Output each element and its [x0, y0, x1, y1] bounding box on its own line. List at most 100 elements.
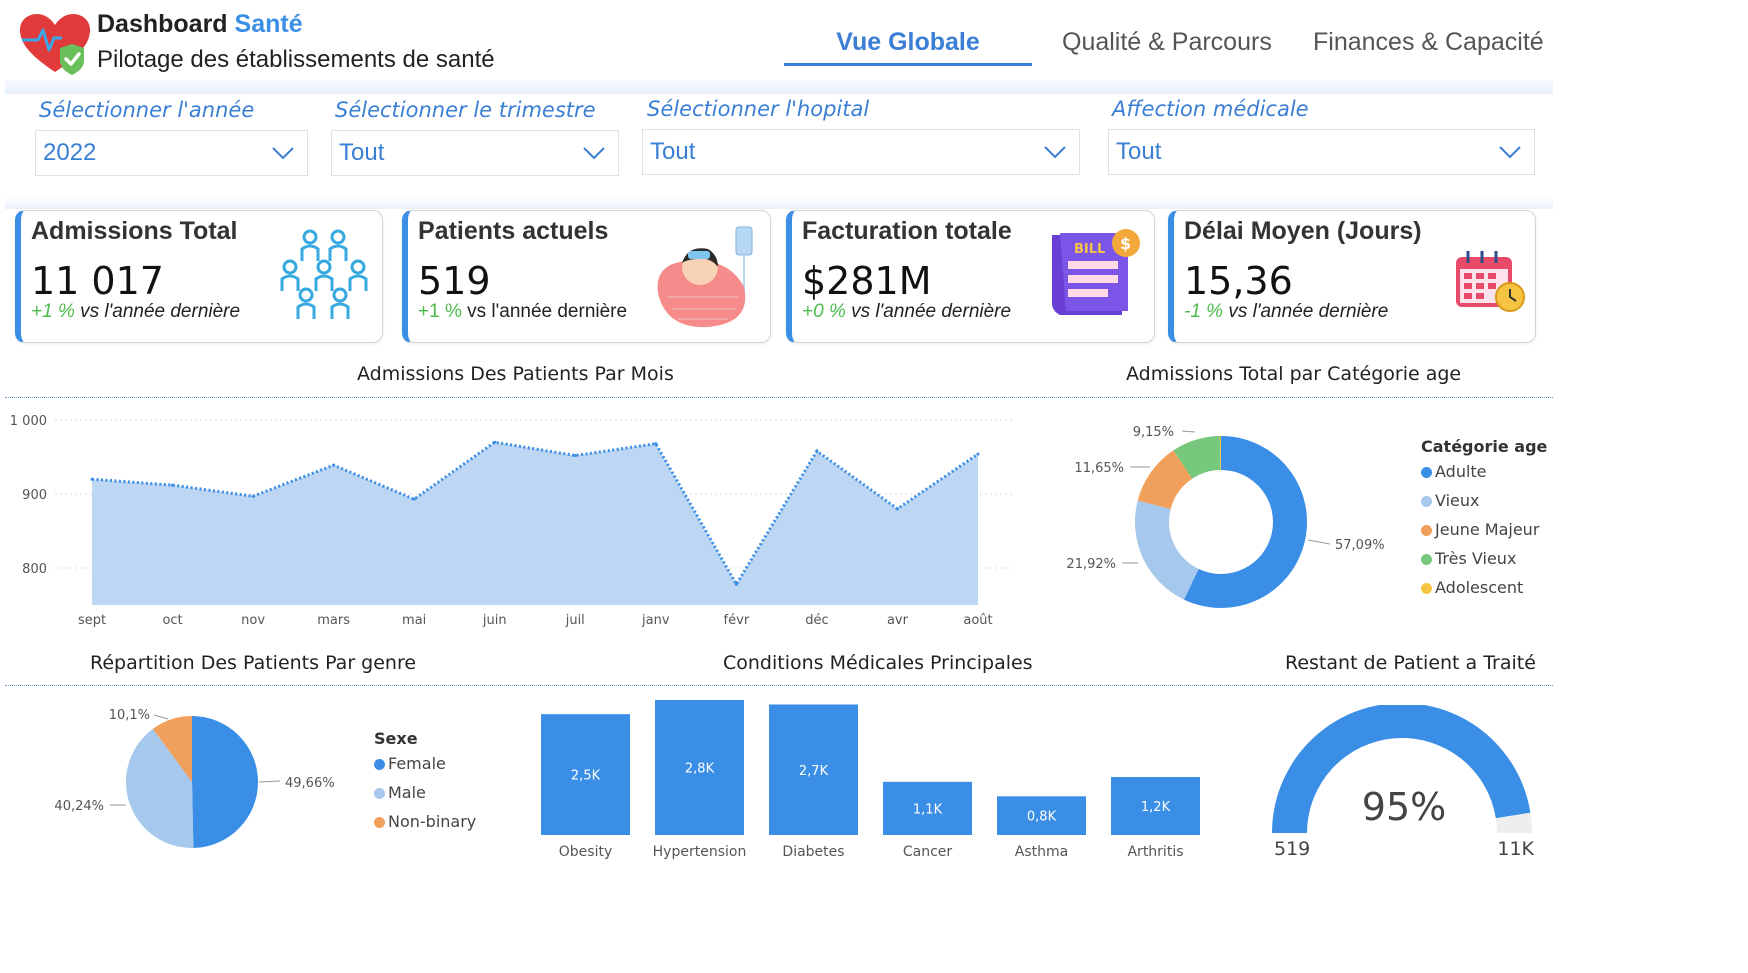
y-tick-label: 1 000	[10, 414, 47, 429]
legend-swatch	[374, 759, 385, 770]
data-point	[573, 454, 577, 458]
kpi-value: 519	[418, 259, 491, 303]
legend-swatch	[1421, 467, 1432, 478]
chevron-down-icon	[272, 147, 294, 160]
x-tick-label: mai	[402, 613, 426, 628]
legend-label: Female	[388, 754, 446, 773]
legend-swatch	[1421, 496, 1432, 507]
svg-text:$: $	[1120, 234, 1131, 253]
year-value: 2022	[43, 139, 97, 166]
hospital-dropdown[interactable]: Tout	[642, 129, 1080, 175]
kpi-delta: +1 % vs l'année dernière	[31, 301, 241, 322]
data-label: 21,92%	[1066, 557, 1116, 572]
data-point	[493, 440, 497, 444]
condition-dropdown[interactable]: Tout	[1108, 129, 1535, 175]
data-point	[412, 497, 416, 501]
conditions-chart-title: Conditions Médicales Principales	[723, 652, 1033, 674]
hospital-value: Tout	[650, 138, 696, 165]
x-tick-label: févr	[724, 613, 750, 628]
gauge-max-label: 11K	[1497, 838, 1534, 860]
data-point	[976, 452, 980, 456]
slice-female	[192, 716, 259, 848]
gender-chart-title: Répartition Des Patients Par genre	[90, 652, 417, 674]
slice-vieux	[1135, 500, 1199, 600]
bar-value-label: 1,2K	[1141, 800, 1171, 815]
x-tick-label: juin	[482, 613, 507, 628]
kpi-card-admissions: Admissions Total 11 017 +1 % vs l'année …	[15, 210, 383, 343]
calendar-clock-icon	[1456, 251, 1525, 312]
data-label: 11,65%	[1074, 461, 1124, 476]
legend-item[interactable]: Adulte	[1421, 462, 1547, 481]
condition-value: Tout	[1116, 138, 1162, 165]
data-point	[251, 494, 255, 498]
remaining-patients-gauge: 95% 519 11K	[1272, 705, 1535, 860]
label-leader	[153, 714, 169, 720]
data-point	[895, 507, 899, 511]
tab-vue-globale[interactable]: Vue Globale	[784, 28, 1032, 66]
filter-divider	[5, 197, 1553, 209]
age-legend: Catégorie age Adulte Vieux Jeune Majeur Trè…	[1421, 437, 1547, 597]
tab-finances-capacite[interactable]: Finances & Capacité	[1313, 28, 1544, 57]
bar-value-label: 1,1K	[913, 802, 943, 817]
gender-legend: Sexe Female Male Non-binary	[374, 729, 476, 831]
legend-item[interactable]: Female	[374, 754, 476, 773]
bar-value-label: 2,8K	[685, 761, 715, 776]
quarter-value: Tout	[339, 139, 385, 166]
x-tick-label: sept	[78, 613, 106, 628]
gauge-value: 95%	[1362, 785, 1446, 829]
legend-item[interactable]: Male	[374, 783, 476, 802]
app-subtitle: Pilotage des établissements de santé	[97, 46, 495, 73]
year-dropdown[interactable]: 2022	[35, 130, 308, 176]
age-legend-title: Catégorie age	[1421, 437, 1548, 456]
data-point	[171, 483, 175, 487]
gauge-min-label: 519	[1274, 838, 1310, 860]
y-tick-label: 800	[22, 562, 47, 577]
app-title: Dashboard Santé	[97, 10, 303, 38]
kpi-value: 15,36	[1184, 259, 1293, 303]
legend-label: Vieux	[1435, 491, 1480, 510]
age-category-donut-chart: 57,09% 21,92% 11,65% 9,15%	[1066, 425, 1385, 608]
quarter-dropdown[interactable]: Tout	[331, 130, 619, 176]
age-chart-title: Admissions Total par Catégorie age	[1126, 363, 1462, 385]
legend-swatch	[1421, 554, 1432, 565]
data-label: 9,15%	[1133, 425, 1174, 440]
data-label: 40,24%	[54, 799, 104, 814]
kpi-title: Facturation totale	[802, 217, 1012, 245]
label-leader	[1307, 539, 1331, 545]
data-point	[815, 449, 819, 453]
kpi-value: 11 017	[31, 259, 164, 303]
legend-label: Jeune Majeur	[1435, 520, 1540, 539]
kpi-value: $281M	[802, 259, 932, 303]
label-leader	[1181, 430, 1196, 433]
kpi-delta: +0 % vs l'année dernière	[802, 301, 1012, 322]
bar-category-label: Arthritis	[1127, 844, 1183, 860]
data-point	[90, 477, 94, 481]
legend-item[interactable]: Très Vieux	[1421, 549, 1547, 568]
legend-item[interactable]: Non-binary	[374, 812, 476, 831]
bar-value-label: 0,8K	[1027, 810, 1057, 825]
bar-value-label: 2,5K	[571, 769, 601, 784]
legend-swatch	[374, 788, 385, 799]
x-tick-label: déc	[805, 613, 828, 628]
filter-label-quarter: Sélectionner le trimestre	[335, 98, 596, 122]
x-tick-label: nov	[241, 613, 265, 628]
legend-item[interactable]: Vieux	[1421, 491, 1547, 510]
svg-text:BILL: BILL	[1074, 242, 1105, 257]
label-leader	[258, 780, 281, 783]
legend-item[interactable]: Jeune Majeur	[1421, 520, 1547, 539]
legend-label: Non-binary	[388, 812, 477, 831]
data-point	[332, 463, 336, 467]
x-tick-label: oct	[162, 613, 182, 628]
bar-category-label: Asthma	[1015, 844, 1068, 860]
data-label: 10,1%	[109, 708, 150, 723]
remaining-chart-title: Restant de Patient a Traité	[1285, 652, 1536, 674]
legend-item[interactable]: Adolescent	[1421, 578, 1547, 597]
x-tick-label: avr	[887, 613, 909, 628]
tab-qualite-parcours[interactable]: Qualité & Parcours	[1062, 28, 1272, 57]
kpi-title: Délai Moyen (Jours)	[1184, 217, 1422, 245]
legend-label: Très Vieux	[1435, 549, 1517, 568]
heart-shield-icon	[20, 14, 90, 75]
kpi-card-current-patients: Patients actuels 519 +1 % vs l'année der…	[402, 210, 771, 343]
chevron-down-icon	[1499, 146, 1521, 159]
kpi-card-average-delay: Délai Moyen (Jours) 15,36 -1 % vs l'anné…	[1168, 210, 1536, 343]
